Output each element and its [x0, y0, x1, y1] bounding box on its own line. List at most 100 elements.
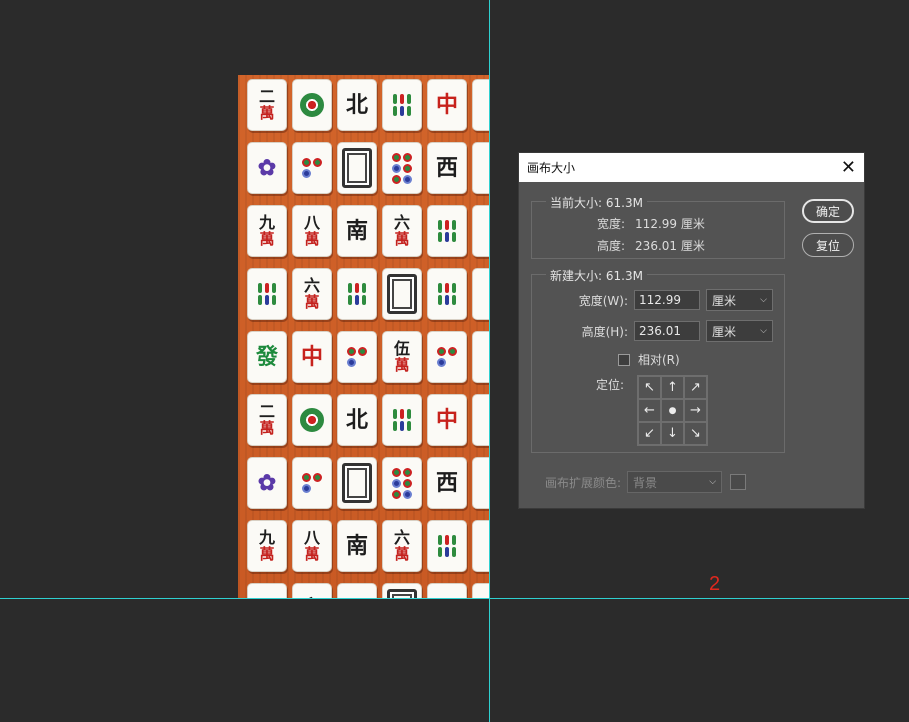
mahjong-tile — [427, 268, 467, 320]
mahjong-tile — [292, 142, 332, 194]
mahjong-tile — [472, 79, 489, 131]
mahjong-tile — [382, 583, 422, 598]
mahjong-tile — [247, 583, 287, 598]
mahjong-tile: 二萬 — [247, 394, 287, 446]
ok-button[interactable]: 确定 — [802, 199, 854, 223]
dialog-titlebar: 画布大小 ✕ — [519, 153, 864, 182]
mahjong-tile: 六 — [292, 583, 332, 598]
mahjong-tile — [427, 520, 467, 572]
width-unit-value: 厘米 — [712, 293, 737, 308]
anchor-bottom-left-icon[interactable]: ↙ — [638, 422, 661, 445]
extension-color-swatch[interactable] — [730, 474, 747, 490]
anchor-top-icon[interactable]: ↑ — [661, 376, 684, 399]
anchor-top-right-icon[interactable]: ↗ — [684, 376, 707, 399]
relative-checkbox[interactable] — [618, 353, 630, 366]
extension-color-select[interactable]: 背景 ⌵ — [627, 471, 723, 493]
mahjong-tile — [382, 142, 422, 194]
mahjong-tile: 九萬 — [247, 520, 287, 572]
mahjong-tile: 中 — [427, 394, 467, 446]
mahjong-tile — [472, 205, 489, 257]
mahjong-tile — [472, 394, 489, 446]
mahjong-tile: 南 — [337, 520, 377, 572]
mahjong-tile — [337, 142, 377, 194]
mahjong-tile — [382, 394, 422, 446]
mahjong-tile: 八萬 — [292, 205, 332, 257]
annotation-marker: 2 — [709, 573, 721, 595]
mahjong-tile — [337, 583, 377, 598]
mahjong-tile — [382, 457, 422, 509]
new-width-label: 宽度(W): — [578, 293, 628, 308]
mahjong-tile — [292, 79, 332, 131]
mahjong-tile: 西 — [427, 457, 467, 509]
mahjong-tile — [292, 394, 332, 446]
extension-color-label: 画布扩展颜色: — [545, 475, 622, 490]
mahjong-tile: 西 — [427, 142, 467, 194]
mahjong-tile: 八萬 — [292, 520, 332, 572]
mahjong-tile: 九萬 — [247, 205, 287, 257]
height-unit-value: 厘米 — [712, 324, 737, 339]
current-width-value: 112.99 厘米 — [635, 217, 705, 231]
current-size-title: 当前大小: 61.3M — [546, 194, 647, 211]
mahjong-tile — [337, 331, 377, 383]
mahjong-tile: 六萬 — [382, 520, 422, 572]
anchor-label: 定位: — [596, 378, 625, 392]
mahjong-tile — [427, 205, 467, 257]
mahjong-tile — [247, 268, 287, 320]
anchor-bottom-icon[interactable]: ↓ — [661, 422, 684, 445]
horizontal-guide-line[interactable] — [0, 598, 909, 599]
mahjong-tile — [337, 268, 377, 320]
mahjong-tile: 中 — [292, 331, 332, 383]
relative-label[interactable]: 相对(R) — [638, 351, 680, 368]
mahjong-tile: 發 — [247, 331, 287, 383]
anchor-bottom-right-icon[interactable]: ↘ — [684, 422, 707, 445]
current-width-label: 宽度: — [597, 217, 626, 231]
image-canvas[interactable]: 二萬北中✿西九萬八萬南六萬六萬發中伍萬二萬北中✿西九萬八萬南六萬六 — [238, 75, 489, 598]
width-input[interactable] — [634, 290, 700, 310]
mahjong-tile — [472, 142, 489, 194]
current-height-value: 236.01 厘米 — [635, 239, 705, 253]
canvas-size-dialog: 画布大小 ✕ 当前大小: 61.3M 宽度: 112.99 厘米 高度: 236… — [518, 152, 865, 509]
anchor-grid: ↖ ↑ ↗ ← ● → ↙ ↓ ↘ — [637, 375, 708, 446]
close-icon[interactable]: ✕ — [841, 157, 856, 178]
mahjong-tile — [472, 520, 489, 572]
mahjong-tile: ✿ — [247, 142, 287, 194]
mahjong-tile: 伍萬 — [382, 331, 422, 383]
mahjong-tile: ✿ — [247, 457, 287, 509]
mahjong-tile — [472, 457, 489, 509]
mahjong-tile: 北 — [337, 79, 377, 131]
height-input[interactable] — [634, 321, 700, 341]
chevron-down-icon: ⌵ — [760, 326, 767, 336]
anchor-left-icon[interactable]: ← — [638, 399, 661, 422]
mahjong-tile: 二萬 — [247, 79, 287, 131]
mahjong-tile — [472, 268, 489, 320]
mahjong-tile — [382, 79, 422, 131]
mahjong-tile: 中 — [427, 79, 467, 131]
mahjong-tile — [382, 268, 422, 320]
chevron-down-icon: ⌵ — [760, 295, 767, 305]
anchor-center-icon[interactable]: ● — [661, 399, 684, 422]
width-unit-select[interactable]: 厘米 ⌵ — [706, 289, 773, 311]
reset-button[interactable]: 复位 — [802, 233, 854, 257]
anchor-right-icon[interactable]: → — [684, 399, 707, 422]
mahjong-tile — [337, 457, 377, 509]
mahjong-tile-grid: 二萬北中✿西九萬八萬南六萬六萬發中伍萬二萬北中✿西九萬八萬南六萬六 — [247, 79, 489, 598]
mahjong-tile — [472, 583, 489, 598]
height-unit-select[interactable]: 厘米 ⌵ — [706, 320, 773, 342]
new-size-title: 新建大小: 61.3M — [546, 267, 647, 284]
chevron-down-icon: ⌵ — [709, 477, 717, 487]
anchor-top-left-icon[interactable]: ↖ — [638, 376, 661, 399]
mahjong-tile — [472, 331, 489, 383]
mahjong-tile: 六萬 — [292, 268, 332, 320]
new-height-label: 高度(H): — [581, 324, 628, 339]
mahjong-tile — [427, 331, 467, 383]
mahjong-tile: 南 — [337, 205, 377, 257]
current-height-label: 高度: — [597, 239, 626, 253]
extension-color-value: 背景 — [633, 475, 658, 490]
mahjong-tile: 六萬 — [382, 205, 422, 257]
dialog-title: 画布大小 — [527, 161, 576, 175]
current-size-group: 当前大小: 61.3M 宽度: 112.99 厘米 高度: 236.01 厘米 — [531, 194, 785, 259]
mahjong-tile — [292, 457, 332, 509]
mahjong-tile — [427, 583, 467, 598]
mahjong-tile: 北 — [337, 394, 377, 446]
vertical-guide-line[interactable] — [489, 0, 490, 722]
